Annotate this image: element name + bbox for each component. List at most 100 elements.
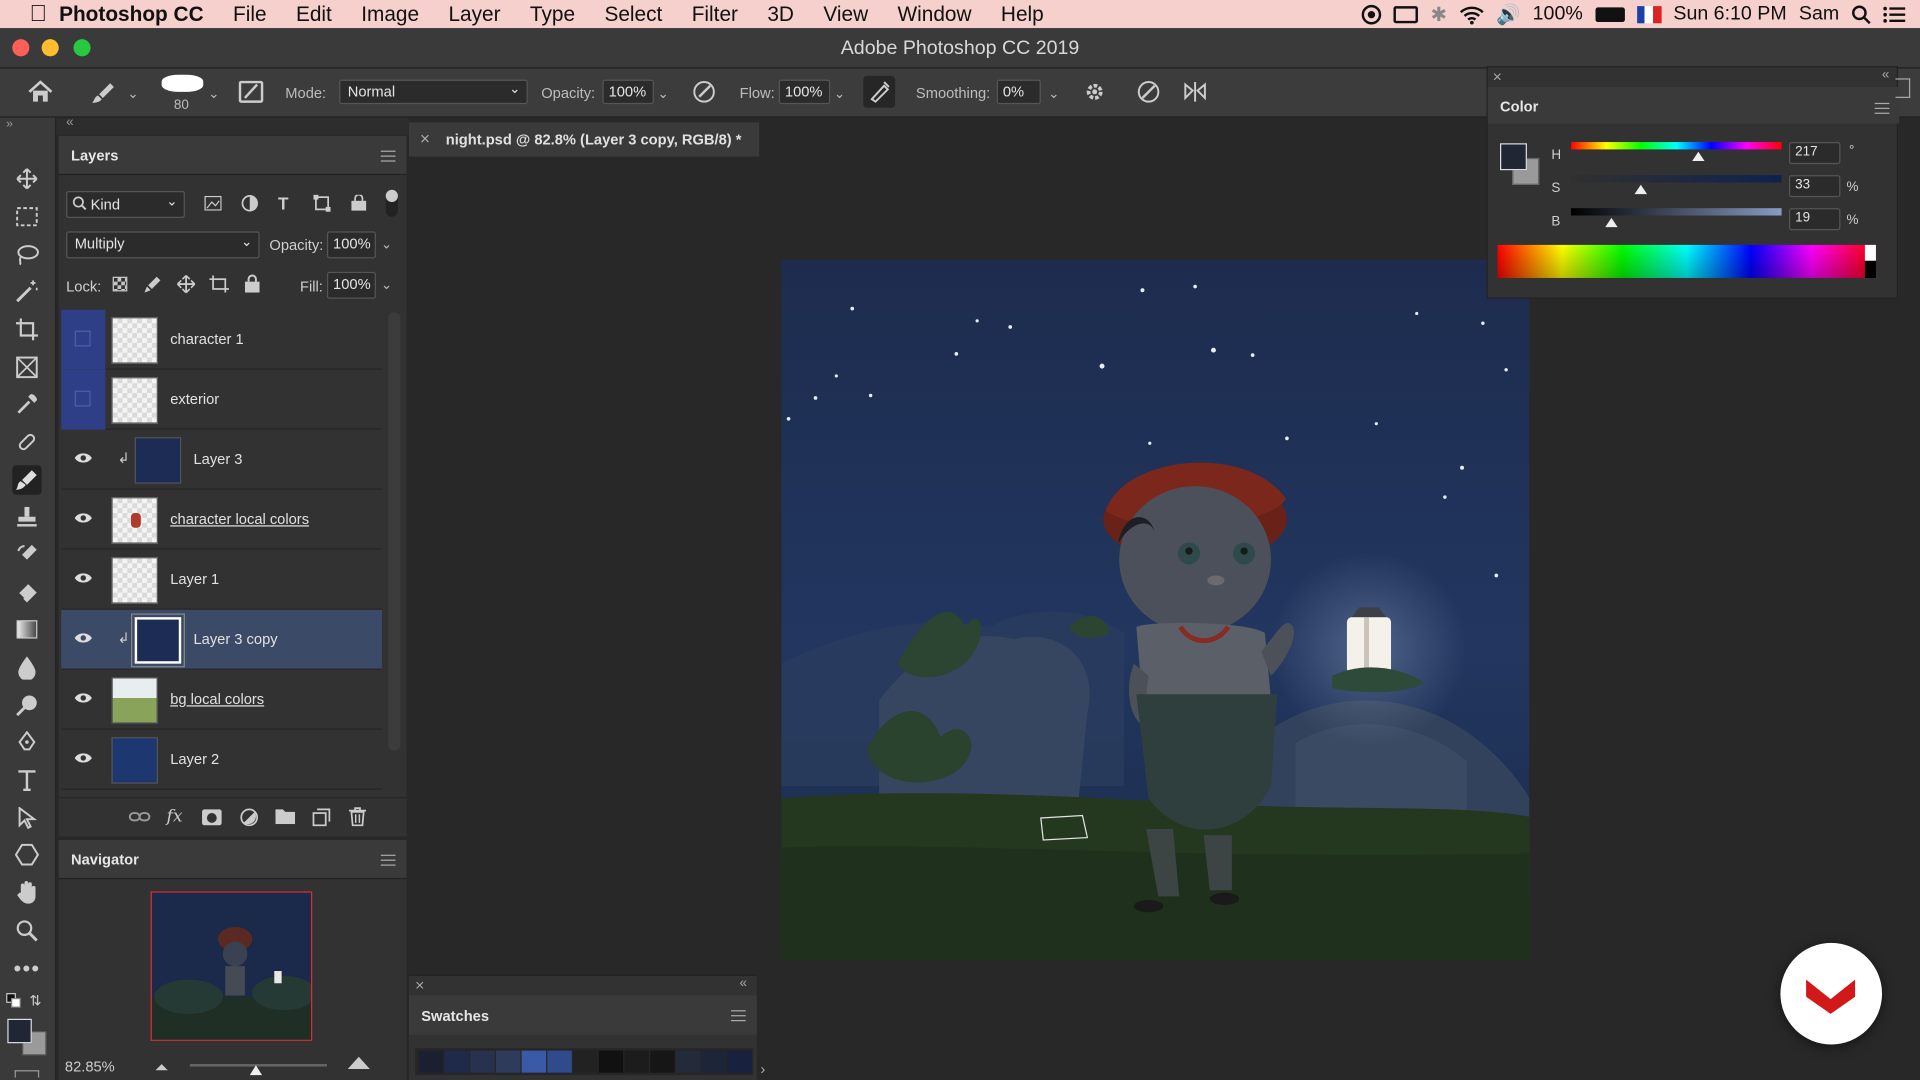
flag-icon[interactable] xyxy=(1636,5,1662,23)
layer-row[interactable]: character local colors xyxy=(61,489,383,550)
filter-shape-icon[interactable] xyxy=(313,194,331,212)
spectrum-black-chip[interactable] xyxy=(1864,260,1876,278)
chevron-down-icon[interactable]: ⌄ xyxy=(381,277,392,293)
link-layers-icon[interactable] xyxy=(128,809,151,824)
pressure-size-icon[interactable] xyxy=(1136,80,1160,104)
hue-slider-track[interactable] xyxy=(1571,142,1782,150)
pen-tool-icon[interactable] xyxy=(12,727,41,756)
menu-view[interactable]: View xyxy=(809,2,883,26)
panel-dock-toggle-icon[interactable] xyxy=(1895,78,1911,98)
home-icon[interactable] xyxy=(27,80,54,104)
layers-scrollbar[interactable] xyxy=(388,312,401,751)
layer-row[interactable]: character 1 xyxy=(61,309,383,370)
eye-icon[interactable] xyxy=(61,670,105,730)
visibility-toggle[interactable] xyxy=(61,309,106,370)
menu-help[interactable]: Help xyxy=(986,2,1058,26)
zoom-tool-icon[interactable] xyxy=(12,916,41,945)
menu-select[interactable]: Select xyxy=(590,2,677,26)
type-tool-icon[interactable] xyxy=(12,765,41,794)
chevron-down-icon[interactable]: ⌄ xyxy=(834,86,845,102)
shape-tool-icon[interactable] xyxy=(12,840,41,869)
more-tools-icon[interactable]: ••• xyxy=(12,954,41,983)
color-swatch[interactable] xyxy=(418,1050,444,1073)
filter-adjustment-icon[interactable] xyxy=(241,195,258,212)
chevron-down-icon[interactable]: ⌄ xyxy=(127,86,138,102)
dodge-tool-icon[interactable] xyxy=(12,691,41,720)
color-panel-menu-icon[interactable] xyxy=(1874,102,1890,114)
foreground-color-swatch[interactable] xyxy=(7,1018,32,1044)
eye-icon[interactable] xyxy=(61,430,105,490)
layer-row[interactable]: Layer 1 xyxy=(61,549,383,610)
collapse-panels-icon[interactable]: « xyxy=(66,115,74,130)
color-swatch[interactable] xyxy=(495,1050,521,1073)
spectrum-white-chip[interactable] xyxy=(1864,244,1876,261)
gear-icon[interactable] xyxy=(1082,80,1106,104)
lock-position-icon[interactable] xyxy=(176,274,196,294)
menu-type[interactable]: Type xyxy=(515,2,590,26)
frame-tool-icon[interactable] xyxy=(12,353,41,382)
layer-row[interactable]: ↲ Layer 3 xyxy=(61,429,383,490)
color-swatch[interactable] xyxy=(521,1050,547,1073)
document-canvas[interactable] xyxy=(781,259,1530,960)
bluetooth-icon[interactable]: ✱ xyxy=(1431,2,1447,26)
display-icon[interactable] xyxy=(1393,5,1419,23)
close-panel-icon[interactable]: × xyxy=(1493,67,1502,85)
fill-input[interactable]: 100% xyxy=(326,271,376,299)
close-panel-icon[interactable]: × xyxy=(415,976,424,994)
opacity-input[interactable]: 100% xyxy=(602,79,654,105)
navigator-preview[interactable] xyxy=(150,891,313,1041)
chevron-down-icon[interactable]: ⌄ xyxy=(1048,86,1059,102)
zoom-in-icon[interactable] xyxy=(347,1056,371,1071)
delete-layer-icon[interactable] xyxy=(348,807,367,827)
flow-input[interactable]: 100% xyxy=(778,79,831,105)
brightness-input[interactable]: 19 xyxy=(1788,208,1841,231)
clock[interactable]: Sun 6:10 PM xyxy=(1673,3,1786,25)
hand-tool-icon[interactable] xyxy=(12,878,41,907)
document-tab[interactable]: × night.psd @ 82.8% (Layer 3 copy, RGB/8… xyxy=(408,122,760,157)
color-swatch[interactable] xyxy=(675,1050,701,1073)
color-spectrum-ramp[interactable] xyxy=(1497,244,1876,278)
menu-edit[interactable]: Edit xyxy=(281,2,346,26)
color-swatch[interactable] xyxy=(444,1050,469,1073)
record-icon[interactable] xyxy=(1362,4,1382,24)
battery-icon[interactable] xyxy=(1595,6,1625,22)
lock-all-icon[interactable] xyxy=(244,274,260,293)
eye-icon[interactable] xyxy=(61,730,105,790)
navigator-zoom-value[interactable]: 82.85% xyxy=(65,1058,115,1075)
menu-window[interactable]: Window xyxy=(883,2,986,26)
layer-row[interactable]: ↲ Layer 3 copy xyxy=(61,609,383,670)
notification-center-icon[interactable] xyxy=(1883,6,1906,23)
chevron-down-icon[interactable]: ⌄ xyxy=(381,236,392,253)
blur-tool-icon[interactable] xyxy=(12,653,41,682)
menu-app-name[interactable]: Photoshop CC xyxy=(47,2,218,26)
eyedropper-tool-icon[interactable] xyxy=(12,389,41,418)
visibility-toggle[interactable] xyxy=(61,369,106,430)
add-mask-icon[interactable] xyxy=(202,809,222,826)
swap-colors-icon[interactable]: ⇅ xyxy=(29,992,41,1009)
menu-3d[interactable]: 3D xyxy=(753,2,809,26)
zoom-out-icon[interactable] xyxy=(154,1062,169,1072)
brush-tool-icon[interactable] xyxy=(12,465,42,495)
saturation-slider-thumb[interactable] xyxy=(1632,182,1650,196)
menu-filter[interactable]: Filter xyxy=(677,2,753,26)
eye-icon[interactable] xyxy=(61,490,105,550)
gradient-tool-icon[interactable] xyxy=(12,615,41,644)
menu-image[interactable]: Image xyxy=(347,2,434,26)
navigator-panel-title[interactable]: Navigator xyxy=(71,851,139,868)
adjustment-layer-icon[interactable] xyxy=(240,808,258,827)
eye-icon[interactable] xyxy=(61,550,105,610)
layers-panel-menu-icon[interactable] xyxy=(380,150,396,162)
color-swatch[interactable] xyxy=(727,1050,752,1073)
magic-wand-tool-icon[interactable] xyxy=(12,277,41,306)
layers-panel-title[interactable]: Layers xyxy=(71,147,118,164)
menu-file[interactable]: File xyxy=(218,2,281,26)
layer-row[interactable]: exterior xyxy=(61,369,383,430)
expand-panels-icon[interactable]: » xyxy=(6,118,13,131)
mode-select[interactable]: Normal ⌄ xyxy=(339,79,528,105)
menu-layer[interactable]: Layer xyxy=(434,2,515,26)
blend-mode-select[interactable]: Multiply ⌄ xyxy=(66,231,260,259)
filter-pixel-icon[interactable] xyxy=(204,195,222,211)
swatches-panel-title[interactable]: Swatches xyxy=(421,1008,489,1025)
lasso-tool-icon[interactable] xyxy=(12,240,41,269)
marquee-tool-icon[interactable] xyxy=(12,202,41,231)
